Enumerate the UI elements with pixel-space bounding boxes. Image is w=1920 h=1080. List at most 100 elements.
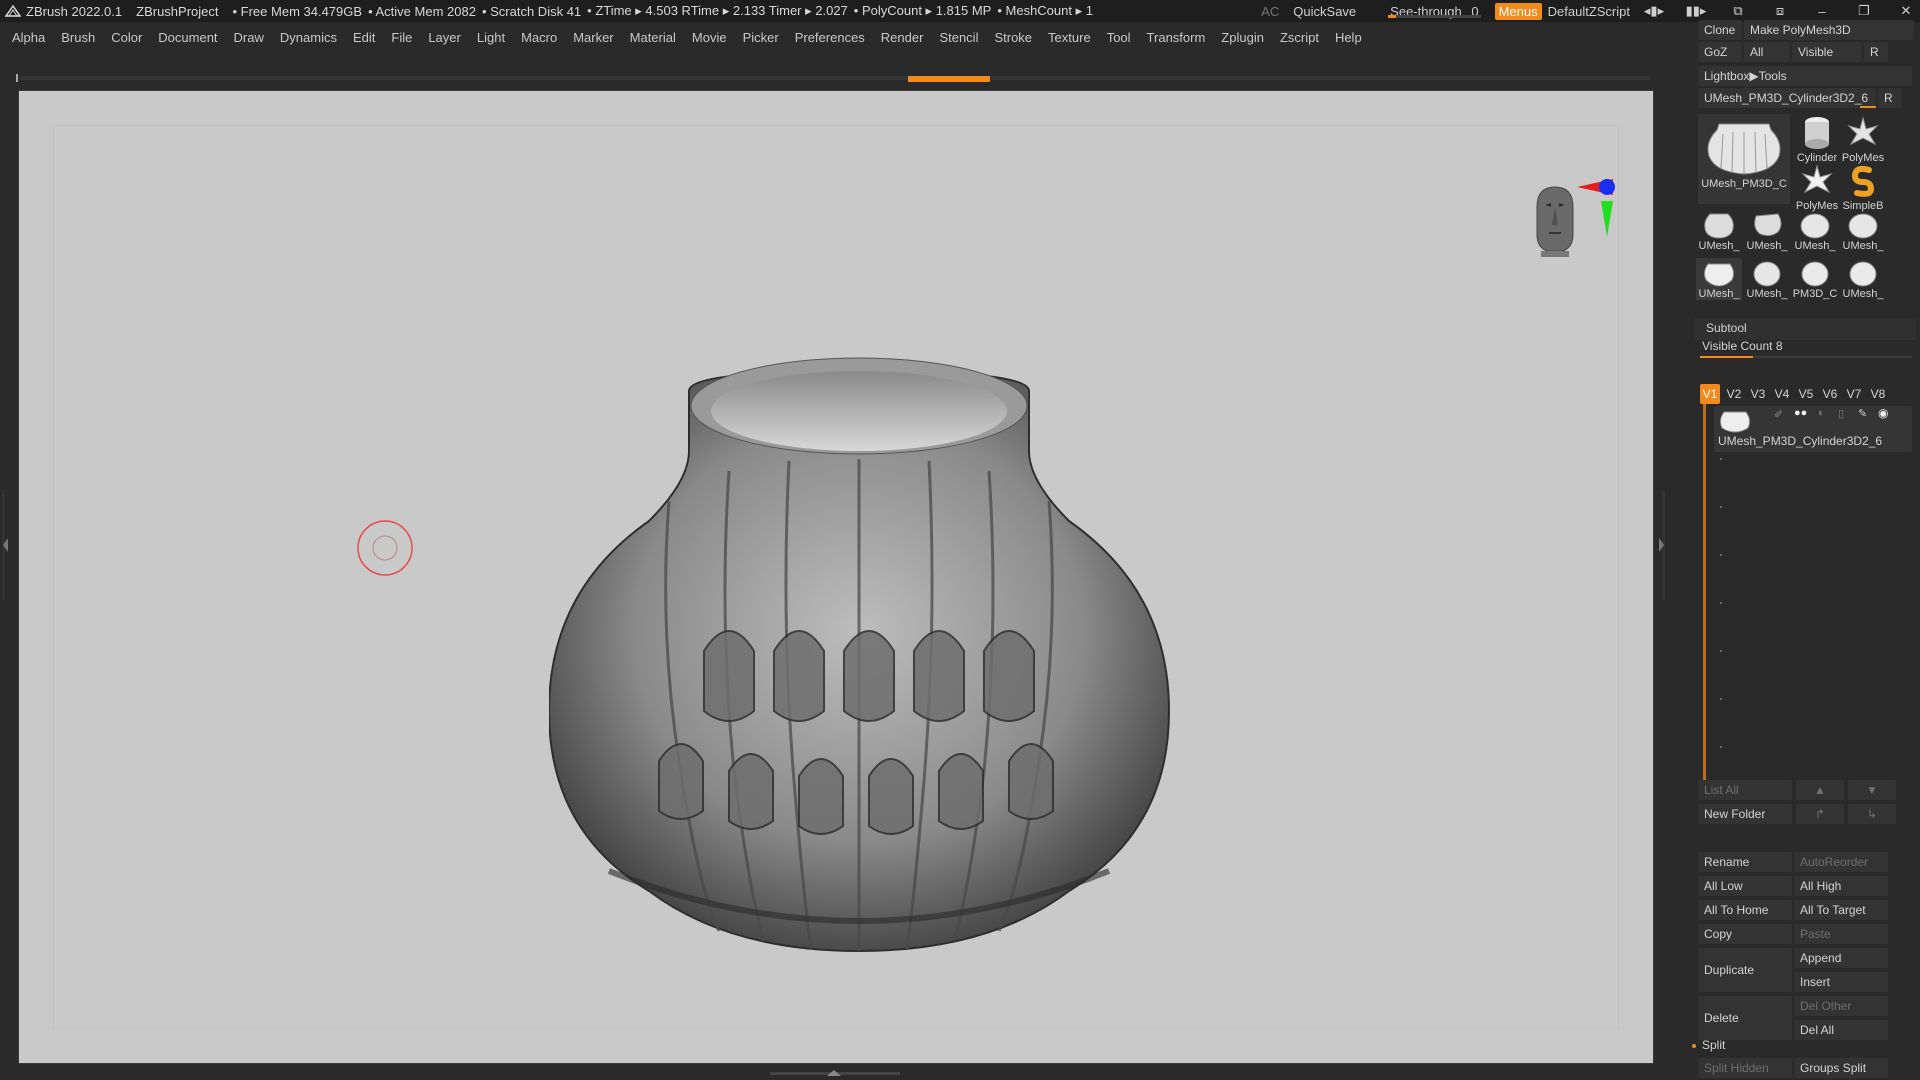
project-name[interactable]: ZBrushProject bbox=[136, 4, 218, 19]
menu-texture[interactable]: Texture bbox=[1048, 30, 1091, 45]
tool-thumb-umesh[interactable]: UMesh_ bbox=[1744, 210, 1790, 252]
close-icon[interactable]: ✕ bbox=[1892, 3, 1920, 19]
del-other-button[interactable]: Del Other bbox=[1794, 996, 1888, 1016]
menu-preferences[interactable]: Preferences bbox=[795, 30, 865, 45]
subtool-scrollbar[interactable] bbox=[1703, 398, 1706, 788]
polypaint-toggle-icon[interactable]: ✎ bbox=[1858, 407, 1867, 420]
all-high-button[interactable]: All High bbox=[1794, 876, 1888, 896]
visible-count-slider[interactable]: Visible Count 8 bbox=[1702, 339, 1783, 353]
menu-movie[interactable]: Movie bbox=[692, 30, 727, 45]
tool-thumb-simplebrush[interactable]: SimpleB bbox=[1840, 162, 1886, 212]
menu-transform[interactable]: Transform bbox=[1147, 30, 1206, 45]
tab-v5[interactable]: V5 bbox=[1796, 384, 1816, 404]
layout-icon-2[interactable]: ▮▮▸ bbox=[1682, 3, 1710, 19]
menu-brush[interactable]: Brush bbox=[61, 30, 95, 45]
split-hidden-button[interactable]: Split Hidden bbox=[1698, 1058, 1792, 1078]
r-button[interactable]: R bbox=[1864, 42, 1888, 62]
menu-marker[interactable]: Marker bbox=[573, 30, 613, 45]
groups-split-button[interactable]: Groups Split bbox=[1794, 1058, 1888, 1078]
tool-thumb-polymesh[interactable]: PolyMes bbox=[1840, 114, 1886, 164]
tool-thumb-umesh[interactable]: UMesh_ bbox=[1840, 258, 1886, 300]
menu-zplugin[interactable]: Zplugin bbox=[1221, 30, 1264, 45]
tool-thumb-cylinder[interactable]: Cylinder bbox=[1794, 114, 1840, 164]
tab-v3[interactable]: V3 bbox=[1748, 384, 1768, 404]
menus-button[interactable]: Menus bbox=[1494, 2, 1542, 20]
layout-icon-3[interactable]: ⧉ bbox=[1724, 3, 1752, 19]
ac-toggle[interactable]: AC bbox=[1261, 4, 1279, 19]
see-through-slider[interactable]: See-through 0 bbox=[1370, 4, 1484, 19]
menu-tool[interactable]: Tool bbox=[1107, 30, 1131, 45]
menu-alpha[interactable]: Alpha bbox=[12, 30, 45, 45]
menu-document[interactable]: Document bbox=[158, 30, 217, 45]
visible-button[interactable]: Visible bbox=[1792, 42, 1862, 62]
all-button[interactable]: All bbox=[1744, 42, 1790, 62]
bottom-tray-handle[interactable] bbox=[770, 1068, 900, 1078]
shelf-active-tab[interactable] bbox=[908, 76, 990, 82]
visibility-toggle-icon[interactable]: ●● bbox=[1794, 407, 1807, 419]
navigation-head-gizmo[interactable] bbox=[1515, 147, 1615, 257]
menu-render[interactable]: Render bbox=[881, 30, 924, 45]
default-zscript-button[interactable]: DefaultZScript bbox=[1548, 4, 1630, 19]
canvas-viewport[interactable] bbox=[18, 90, 1654, 1064]
menu-layer[interactable]: Layer bbox=[428, 30, 461, 45]
eye-icon[interactable]: ◉ bbox=[1878, 406, 1888, 420]
tool-thumb-umesh[interactable]: UMesh_ bbox=[1696, 258, 1742, 300]
delete-button[interactable]: Delete bbox=[1698, 996, 1792, 1040]
insert-button[interactable]: Insert bbox=[1794, 972, 1888, 992]
tab-v2[interactable]: V2 bbox=[1724, 384, 1744, 404]
clone-button[interactable]: Clone bbox=[1698, 20, 1742, 40]
all-to-target-button[interactable]: All To Target bbox=[1794, 900, 1888, 920]
tool-thumb-umesh[interactable]: UMesh_ bbox=[1840, 210, 1886, 252]
subtool-list-item[interactable]: ✐ ●● ◐ ▯ ✎ ◉ UMesh_PM3D_Cylinder3D2_6 bbox=[1714, 406, 1912, 452]
duplicate-button[interactable]: Duplicate bbox=[1698, 948, 1792, 992]
split-section-title[interactable]: Split bbox=[1702, 1038, 1725, 1052]
append-button[interactable]: Append bbox=[1794, 948, 1888, 968]
tool-thumb-umesh[interactable]: UMesh_ bbox=[1744, 258, 1790, 300]
move-down-button[interactable]: ▼ bbox=[1848, 780, 1896, 800]
menu-draw[interactable]: Draw bbox=[234, 30, 264, 45]
tool-thumb-main[interactable]: UMesh_PM3D_C bbox=[1698, 114, 1790, 204]
new-folder-button[interactable]: New Folder bbox=[1698, 804, 1792, 824]
zbrush-logo-icon[interactable] bbox=[4, 2, 22, 20]
folder-up-button[interactable]: ↱ bbox=[1796, 804, 1844, 824]
menu-macro[interactable]: Macro bbox=[521, 30, 557, 45]
tab-v8[interactable]: V8 bbox=[1868, 384, 1888, 404]
make-polymesh-button[interactable]: Make PolyMesh3D bbox=[1744, 20, 1914, 40]
menu-material[interactable]: Material bbox=[630, 30, 676, 45]
layout-icon-1[interactable]: ◂▮▸ bbox=[1640, 3, 1668, 19]
right-tray-handle[interactable] bbox=[1657, 490, 1667, 600]
tab-v6[interactable]: V6 bbox=[1820, 384, 1840, 404]
quicksave-button[interactable]: QuickSave bbox=[1293, 4, 1356, 19]
tab-v7[interactable]: V7 bbox=[1844, 384, 1864, 404]
current-tool-slider[interactable]: UMesh_PM3D_Cylinder3D2_6 bbox=[1698, 88, 1876, 108]
paste-button[interactable]: Paste bbox=[1794, 924, 1888, 944]
vase-model[interactable] bbox=[549, 331, 1199, 991]
list-all-button[interactable]: List All bbox=[1698, 780, 1792, 800]
menu-file[interactable]: File bbox=[391, 30, 412, 45]
solo-toggle-icon[interactable]: ◐ bbox=[1818, 407, 1825, 419]
brush-toggle-icon[interactable]: ✐ bbox=[1774, 408, 1783, 421]
menu-picker[interactable]: Picker bbox=[743, 30, 779, 45]
tool-thumb-pm3d[interactable]: PM3D_C bbox=[1792, 258, 1838, 300]
autoreorder-button[interactable]: AutoReorder bbox=[1794, 852, 1888, 872]
menu-light[interactable]: Light bbox=[477, 30, 505, 45]
menu-stroke[interactable]: Stroke bbox=[994, 30, 1032, 45]
left-tray-handle[interactable] bbox=[0, 490, 10, 600]
copy-button[interactable]: Copy bbox=[1698, 924, 1792, 944]
lightbox-tools-button[interactable]: Lightbox▶Tools bbox=[1698, 66, 1912, 86]
menu-color[interactable]: Color bbox=[111, 30, 142, 45]
goz-button[interactable]: GoZ bbox=[1698, 42, 1742, 62]
move-up-button[interactable]: ▲ bbox=[1796, 780, 1844, 800]
del-all-button[interactable]: Del All bbox=[1794, 1020, 1888, 1040]
restore-icon[interactable]: ❐ bbox=[1850, 3, 1878, 19]
all-to-home-button[interactable]: All To Home bbox=[1698, 900, 1792, 920]
r-button-2[interactable]: R bbox=[1878, 88, 1902, 108]
rename-button[interactable]: Rename bbox=[1698, 852, 1792, 872]
lock-toggle-icon[interactable]: ▯ bbox=[1838, 407, 1844, 420]
menu-zscript[interactable]: Zscript bbox=[1280, 30, 1319, 45]
tool-thumb-polymesh-2[interactable]: PolyMes bbox=[1794, 162, 1840, 212]
tool-thumb-umesh[interactable]: UMesh_ bbox=[1792, 210, 1838, 252]
menu-stencil[interactable]: Stencil bbox=[939, 30, 978, 45]
all-low-button[interactable]: All Low bbox=[1698, 876, 1792, 896]
menu-help[interactable]: Help bbox=[1335, 30, 1362, 45]
